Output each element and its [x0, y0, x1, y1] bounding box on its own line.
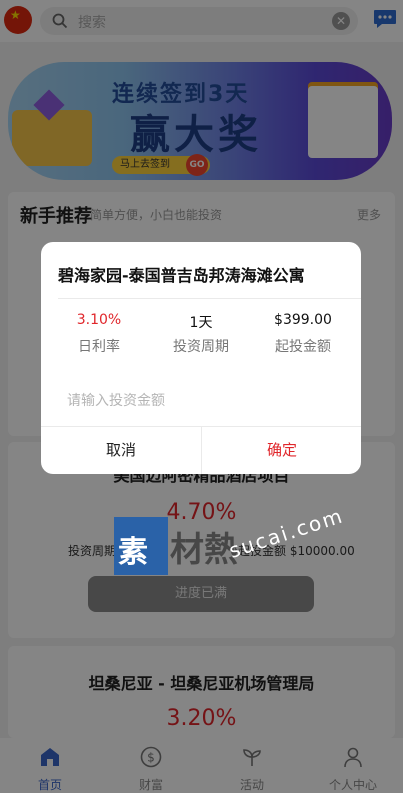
stat-label: 投资周期	[173, 339, 229, 355]
stat-daily-rate: 3.10% 日利率	[46, 312, 152, 356]
watermark-logo-text: 素	[118, 535, 148, 570]
stat-min-amount: $399.00 起投金额	[250, 312, 356, 356]
stat-value: $399.00	[274, 312, 332, 328]
dialog-title: 碧海家园-泰国普吉岛邦涛海滩公寓	[58, 266, 305, 285]
confirm-button[interactable]: 确定	[202, 427, 361, 474]
stat-label: 起投金额	[275, 339, 331, 355]
stat-period: 1天 投资周期	[148, 312, 254, 356]
stat-value: 3.10%	[76, 312, 122, 328]
stat-label: 日利率	[78, 339, 120, 355]
invest-dialog: 碧海家园-泰国普吉岛邦涛海滩公寓 3.10% 日利率 1天 投资周期 $399.…	[41, 242, 361, 474]
amount-input[interactable]: 请输入投资金额	[67, 390, 165, 410]
stat-value: 1天	[189, 315, 213, 331]
divider	[58, 298, 361, 299]
watermark-logo: 素	[114, 517, 168, 575]
cancel-button[interactable]: 取消	[41, 427, 201, 474]
